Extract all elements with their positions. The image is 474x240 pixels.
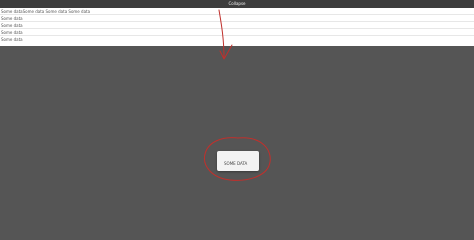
data-row: Some data [1, 16, 23, 21]
annotation-arrowhead [219, 44, 233, 60]
popup-label: SOME DATA [224, 161, 248, 166]
row-divider [0, 35, 474, 36]
data-row: Some data [1, 37, 23, 42]
data-row: Some data [1, 23, 23, 28]
row-divider [0, 21, 474, 22]
data-row: Some data [1, 30, 23, 35]
row-divider [0, 28, 474, 29]
data-panel: Some dataSome data Some data Some data S… [0, 8, 474, 46]
collapse-bar[interactable]: Collapse [0, 0, 474, 8]
collapse-label[interactable]: Collapse [0, 0, 474, 8]
data-row: Some dataSome data Some data Some data [1, 9, 91, 14]
row-divider [0, 14, 474, 15]
popup-card[interactable]: SOME DATA [217, 151, 259, 171]
